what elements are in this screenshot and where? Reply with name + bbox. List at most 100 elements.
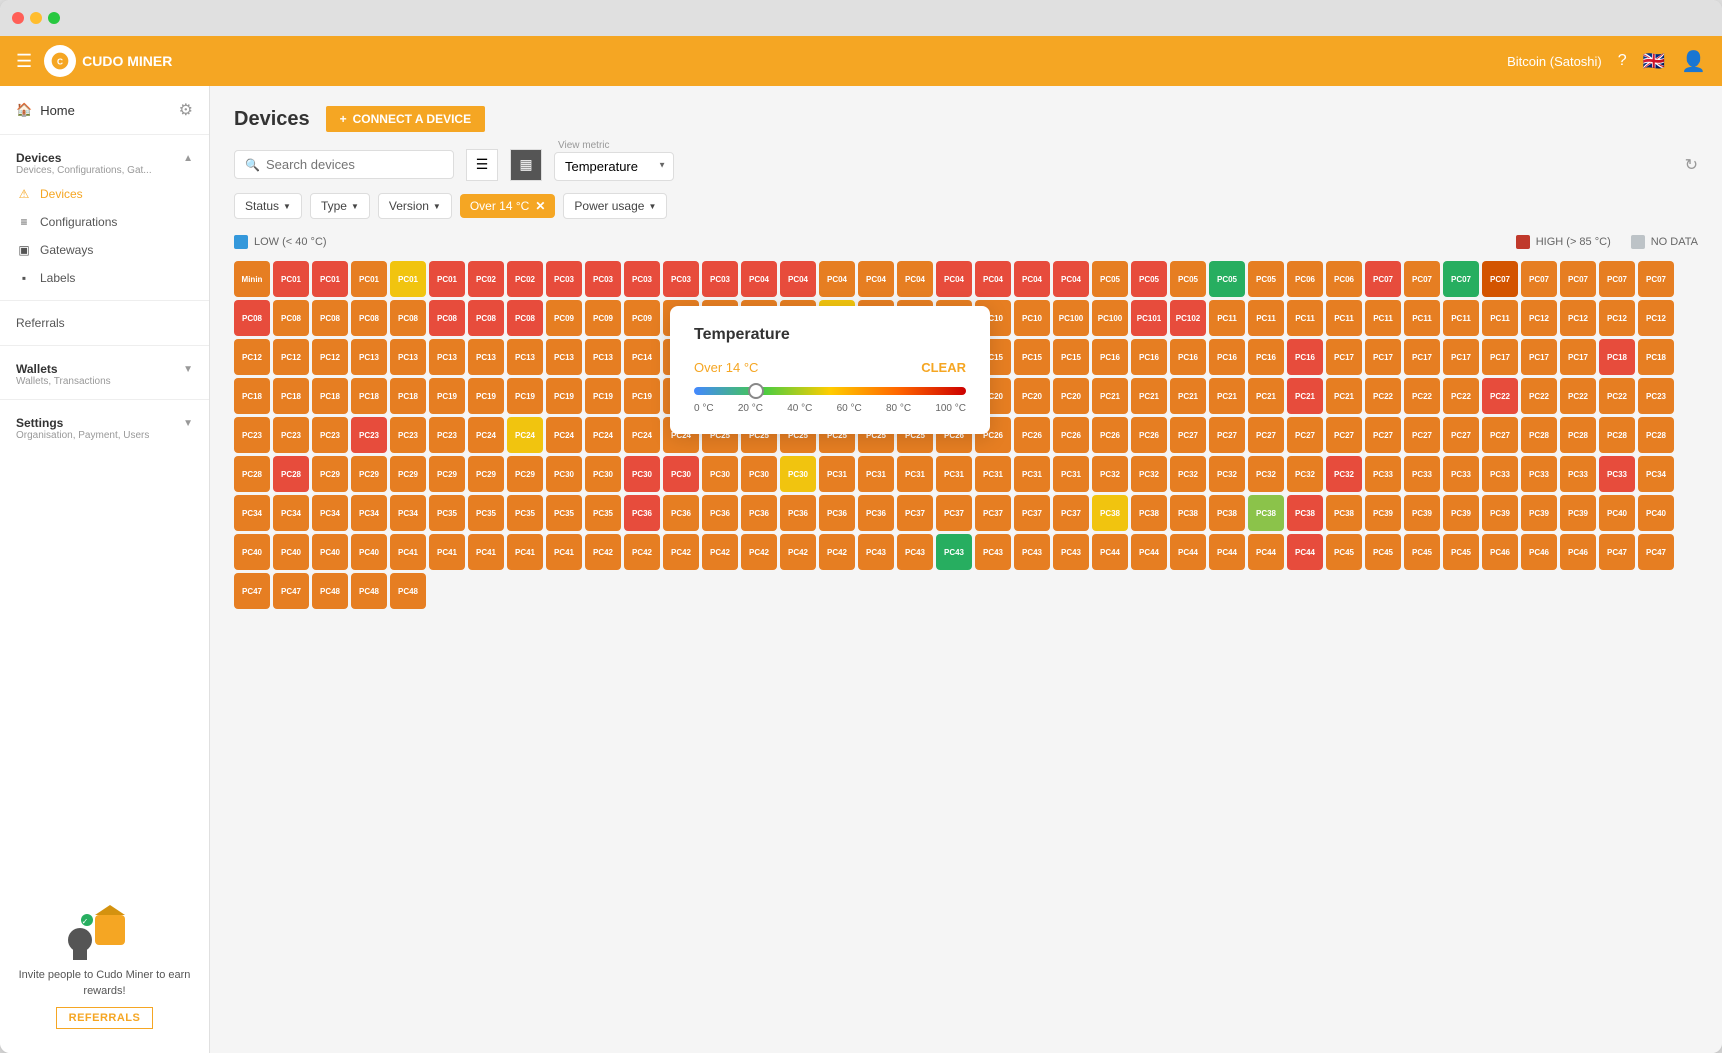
- device-tile[interactable]: PC13: [351, 339, 387, 375]
- device-tile[interactable]: PC33: [1482, 456, 1518, 492]
- device-tile[interactable]: PC27: [1170, 417, 1206, 453]
- device-tile[interactable]: PC30: [741, 456, 777, 492]
- device-tile[interactable]: PC04: [741, 261, 777, 297]
- device-tile[interactable]: PC42: [819, 534, 855, 570]
- device-tile[interactable]: PC11: [1287, 300, 1323, 336]
- remove-filter-button[interactable]: ✕: [535, 199, 545, 213]
- device-tile[interactable]: PC23: [351, 417, 387, 453]
- device-tile[interactable]: PC24: [468, 417, 504, 453]
- device-tile[interactable]: PC01: [312, 261, 348, 297]
- device-tile[interactable]: PC45: [1326, 534, 1362, 570]
- device-tile[interactable]: PC06: [1326, 261, 1362, 297]
- device-tile[interactable]: PC23: [1638, 378, 1674, 414]
- status-filter[interactable]: Status ▼: [234, 193, 302, 219]
- device-tile[interactable]: PC42: [780, 534, 816, 570]
- device-tile[interactable]: PC12: [234, 339, 270, 375]
- device-tile[interactable]: PC27: [1404, 417, 1440, 453]
- device-tile[interactable]: PC22: [1560, 378, 1596, 414]
- device-tile[interactable]: PC36: [858, 495, 894, 531]
- device-tile[interactable]: PC16: [1092, 339, 1128, 375]
- device-tile[interactable]: PC40: [351, 534, 387, 570]
- device-tile[interactable]: PC39: [1365, 495, 1401, 531]
- device-tile[interactable]: PC40: [1599, 495, 1635, 531]
- device-tile[interactable]: PC21: [1131, 378, 1167, 414]
- device-tile[interactable]: PC45: [1404, 534, 1440, 570]
- device-tile[interactable]: PC17: [1560, 339, 1596, 375]
- device-tile[interactable]: PC08: [468, 300, 504, 336]
- device-tile[interactable]: PC07: [1365, 261, 1401, 297]
- device-tile[interactable]: PC08: [429, 300, 465, 336]
- device-tile[interactable]: PC37: [897, 495, 933, 531]
- power-usage-filter[interactable]: Power usage ▼: [563, 193, 667, 219]
- device-tile[interactable]: PC04: [780, 261, 816, 297]
- device-tile[interactable]: PC43: [897, 534, 933, 570]
- device-tile[interactable]: PC28: [1560, 417, 1596, 453]
- device-tile[interactable]: PC09: [624, 300, 660, 336]
- device-tile[interactable]: PC34: [351, 495, 387, 531]
- device-tile[interactable]: PC35: [546, 495, 582, 531]
- device-tile[interactable]: PC29: [429, 456, 465, 492]
- device-tile[interactable]: PC17: [1482, 339, 1518, 375]
- device-tile[interactable]: PC27: [1287, 417, 1323, 453]
- device-tile[interactable]: PC33: [1560, 456, 1596, 492]
- device-tile[interactable]: PC43: [936, 534, 972, 570]
- device-tile[interactable]: PC38: [1170, 495, 1206, 531]
- device-tile[interactable]: PC16: [1209, 339, 1245, 375]
- device-tile[interactable]: PC21: [1248, 378, 1284, 414]
- device-tile[interactable]: PC39: [1404, 495, 1440, 531]
- sidebar-item-home[interactable]: 🏠 Home: [16, 98, 75, 122]
- device-tile[interactable]: PC21: [1170, 378, 1206, 414]
- device-tile[interactable]: PC11: [1209, 300, 1245, 336]
- device-tile[interactable]: PC28: [1521, 417, 1557, 453]
- device-tile[interactable]: PC24: [546, 417, 582, 453]
- device-tile[interactable]: PC19: [546, 378, 582, 414]
- device-tile[interactable]: PC17: [1326, 339, 1362, 375]
- device-tile[interactable]: PC44: [1287, 534, 1323, 570]
- version-filter[interactable]: Version ▼: [378, 193, 452, 219]
- device-tile[interactable]: PC03: [585, 261, 621, 297]
- device-tile[interactable]: PC41: [546, 534, 582, 570]
- settings-icon[interactable]: ⚙: [179, 100, 193, 120]
- list-view-button[interactable]: ☰: [466, 149, 498, 181]
- device-tile[interactable]: PC47: [1599, 534, 1635, 570]
- device-tile[interactable]: PC29: [390, 456, 426, 492]
- device-tile[interactable]: PC48: [351, 573, 387, 609]
- connect-device-button[interactable]: + CONNECT A DEVICE: [326, 106, 485, 132]
- device-tile[interactable]: PC19: [507, 378, 543, 414]
- sidebar-item-labels[interactable]: ▪ Labels: [0, 264, 209, 292]
- wallets-collapse[interactable]: ▼: [183, 364, 193, 375]
- device-tile[interactable]: PC13: [468, 339, 504, 375]
- device-tile[interactable]: PC47: [1638, 534, 1674, 570]
- maximize-btn[interactable]: [48, 12, 60, 24]
- device-tile[interactable]: PC23: [273, 417, 309, 453]
- device-tile[interactable]: PC27: [1365, 417, 1401, 453]
- device-tile[interactable]: PC10: [1014, 300, 1050, 336]
- device-tile[interactable]: PC02: [468, 261, 504, 297]
- device-tile[interactable]: PC26: [1131, 417, 1167, 453]
- help-icon[interactable]: ?: [1618, 52, 1627, 70]
- device-tile[interactable]: PC18: [351, 378, 387, 414]
- device-tile[interactable]: PC24: [624, 417, 660, 453]
- refresh-button[interactable]: ↻: [1685, 155, 1698, 175]
- device-tile[interactable]: PC32: [1209, 456, 1245, 492]
- device-tile[interactable]: PC01: [390, 261, 426, 297]
- device-tile[interactable]: PC43: [1014, 534, 1050, 570]
- device-tile[interactable]: PC38: [1287, 495, 1323, 531]
- device-tile[interactable]: PC07: [1521, 261, 1557, 297]
- device-tile[interactable]: PC04: [897, 261, 933, 297]
- device-tile[interactable]: PC12: [1521, 300, 1557, 336]
- device-tile[interactable]: PC03: [663, 261, 699, 297]
- devices-collapse-arrow[interactable]: ▲: [183, 153, 193, 164]
- device-tile[interactable]: PC29: [351, 456, 387, 492]
- device-tile[interactable]: PC17: [1521, 339, 1557, 375]
- device-tile[interactable]: PC07: [1638, 261, 1674, 297]
- device-tile[interactable]: PC11: [1443, 300, 1479, 336]
- device-tile[interactable]: PC01: [273, 261, 309, 297]
- device-tile[interactable]: PC05: [1170, 261, 1206, 297]
- device-tile[interactable]: PC102: [1170, 300, 1206, 336]
- device-tile[interactable]: PC46: [1521, 534, 1557, 570]
- device-tile[interactable]: PC101: [1131, 300, 1167, 336]
- device-tile[interactable]: PC18: [273, 378, 309, 414]
- device-tile[interactable]: PC100: [1053, 300, 1089, 336]
- device-tile[interactable]: PC40: [273, 534, 309, 570]
